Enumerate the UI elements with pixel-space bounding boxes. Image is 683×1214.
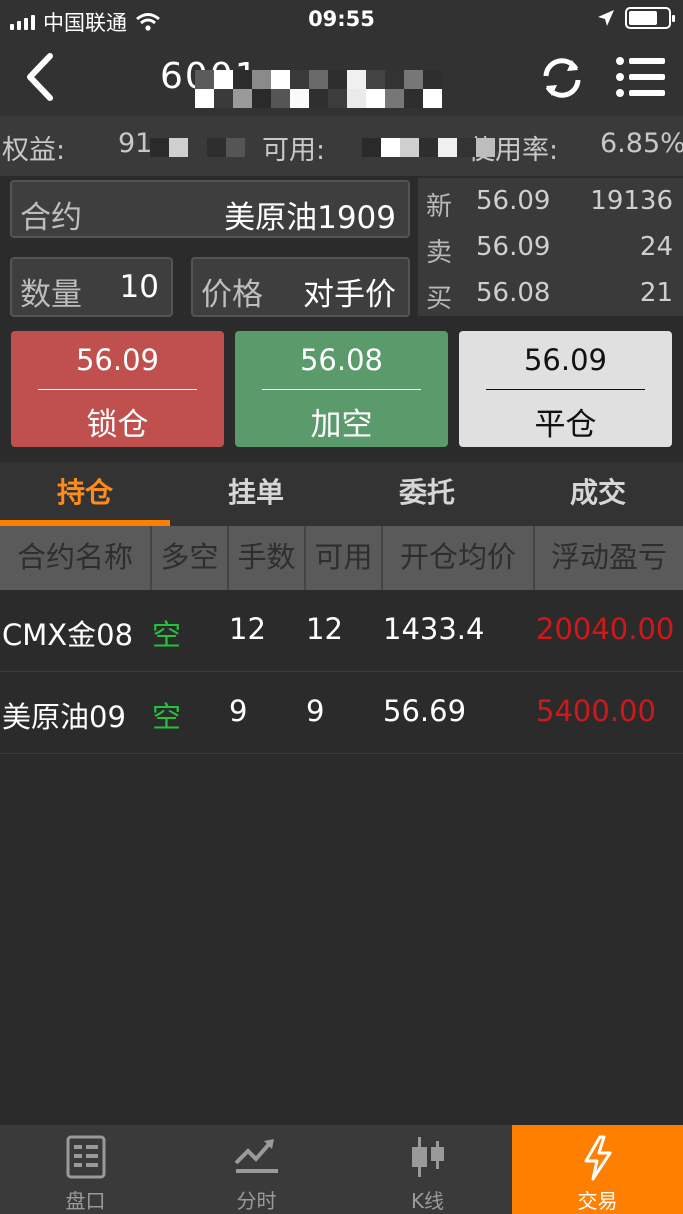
quote-price: 56.08 — [476, 278, 551, 308]
action-price: 56.08 — [299, 343, 384, 377]
lock-position-button[interactable]: 56.09 锁仓 — [11, 331, 224, 447]
quote-volume: 19136 — [590, 186, 673, 216]
col-lots: 手数 — [229, 526, 306, 590]
quantity-field[interactable]: 数量 10 — [10, 257, 173, 317]
row-side: 空 — [152, 700, 182, 734]
close-position-button[interactable]: 56.09 平仓 — [459, 331, 672, 447]
menu-icon[interactable] — [615, 56, 667, 98]
location-icon — [598, 10, 614, 26]
account-info-bar: 权益: 91 可用: 使用率: 6.85% — [0, 116, 683, 176]
quote-row-last: 新 56.09 19136 — [426, 180, 673, 222]
price-field[interactable]: 价格 对手价 — [191, 257, 410, 317]
col-side: 多空 — [152, 526, 229, 590]
row-floating-pnl: 5400.00 — [536, 694, 656, 728]
quantity-value: 10 — [119, 269, 159, 305]
quote-row-ask: 卖 56.09 24 — [426, 226, 673, 268]
row-lots: 9 — [229, 694, 248, 728]
row-side: 空 — [152, 618, 182, 652]
bottom-tab-kline[interactable]: K线 — [342, 1125, 513, 1214]
row-floating-pnl: 20040.00 — [536, 612, 675, 646]
tab-pending-orders[interactable]: 挂单 — [171, 462, 341, 526]
tab-orders[interactable]: 委托 — [342, 462, 512, 526]
col-floating-pnl: 浮动盈亏 — [550, 540, 667, 574]
row-lots: 12 — [229, 612, 266, 646]
back-icon[interactable] — [20, 52, 64, 102]
bottom-tab-trade[interactable]: 交易 — [512, 1125, 683, 1214]
row-avg-price: 1433.4 — [383, 612, 485, 646]
redacted-available — [362, 138, 495, 157]
action-label: 加空 — [310, 407, 373, 443]
action-price: 56.09 — [75, 343, 160, 377]
refresh-icon[interactable] — [538, 54, 586, 102]
tab-bar: 持仓 挂单 委托 成交 — [0, 462, 683, 526]
orderbook-icon — [66, 1135, 105, 1179]
quote-volume: 21 — [639, 278, 673, 308]
bottom-tab-label: 交易 — [577, 1189, 618, 1213]
quote-label: 买 — [426, 284, 453, 314]
bottom-tab-label: K线 — [410, 1189, 445, 1213]
candlestick-icon — [411, 1137, 444, 1177]
quote-row-bid: 买 56.08 21 — [426, 272, 673, 314]
add-short-button[interactable]: 56.08 加空 — [235, 331, 448, 447]
quantity-label: 数量 — [20, 277, 82, 313]
clock: 09:55 — [308, 7, 375, 31]
row-available: 9 — [306, 694, 325, 728]
tab-positions[interactable]: 持仓 — [0, 462, 170, 526]
table-row[interactable]: 美原油09 空 9 9 56.69 5400.00 — [0, 672, 683, 754]
quote-panel: 新 56.09 19136 卖 56.09 24 买 56.08 21 — [418, 178, 683, 316]
equity-value: 91 — [118, 128, 153, 159]
bottom-tab-label: 分时 — [236, 1189, 277, 1213]
battery-icon — [625, 7, 675, 29]
bottom-tab-bar: 盘口 分时 K线 交易 — [0, 1125, 683, 1214]
price-label: 价格 — [201, 277, 263, 313]
action-label: 平仓 — [534, 407, 597, 443]
col-available: 可用 — [306, 526, 383, 590]
available-label: 可用: — [262, 135, 326, 166]
equity-label: 权益: — [2, 135, 66, 166]
redacted-equity — [150, 138, 245, 157]
bottom-tab-orderbook[interactable]: 盘口 — [0, 1125, 171, 1214]
usage-value: 6.85% — [600, 128, 683, 159]
redacted-title — [195, 70, 442, 108]
price-value: 对手价 — [303, 277, 396, 313]
row-available: 12 — [306, 612, 343, 646]
status-bar: 中国联通 09:55 — [0, 0, 683, 38]
tab-trades[interactable]: 成交 — [513, 462, 683, 526]
row-avg-price: 56.69 — [383, 694, 467, 728]
bottom-tab-label: 盘口 — [65, 1189, 106, 1213]
action-price: 56.09 — [523, 343, 608, 377]
quote-label: 卖 — [426, 238, 453, 268]
contract-field[interactable]: 合约 美原油1909 — [10, 180, 410, 238]
quote-price: 56.09 — [476, 232, 551, 262]
contract-value: 美原油1909 — [224, 200, 396, 236]
contract-label: 合约 — [20, 200, 82, 236]
col-contract-name: 合约名称 — [0, 526, 152, 590]
nav-bar: 6001 — [0, 38, 683, 116]
action-label: 锁仓 — [86, 407, 149, 443]
quote-price: 56.09 — [476, 186, 551, 216]
table-row[interactable]: CMX金08 空 12 12 1433.4 20040.00 — [0, 590, 683, 672]
col-avg-open-price: 开仓均价 — [383, 526, 535, 590]
lightning-icon — [584, 1135, 611, 1181]
bottom-tab-timeshare[interactable]: 分时 — [171, 1125, 342, 1214]
quote-volume: 24 — [639, 232, 673, 262]
row-contract-name: CMX金08 — [2, 618, 134, 652]
positions-table-header: 合约名称 多空 手数 可用 开仓均价 浮动盈亏 — [0, 526, 683, 590]
row-contract-name: 美原油09 — [2, 700, 126, 734]
quote-label: 新 — [426, 192, 453, 222]
timeshare-icon — [234, 1139, 278, 1173]
